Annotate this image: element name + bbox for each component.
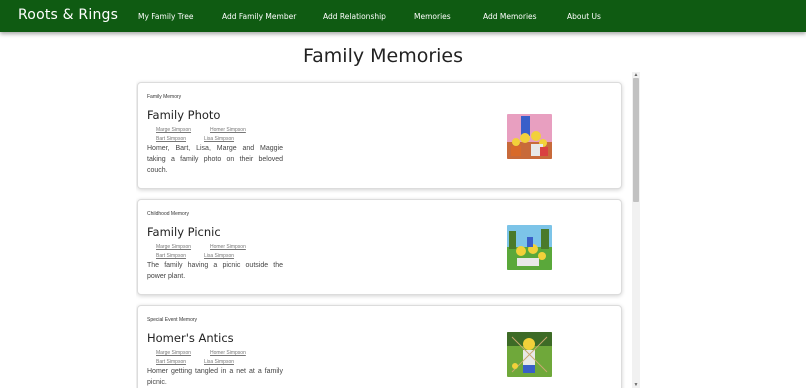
memory-title: Family Photo xyxy=(147,108,221,122)
memory-type-label: Family Memory xyxy=(147,94,182,100)
member-link-marge[interactable]: Marge Simpson xyxy=(156,127,191,133)
top-navbar: Roots & Rings My Family Tree Add Family … xyxy=(0,0,806,32)
nav-my-family-tree[interactable]: My Family Tree xyxy=(138,12,193,21)
member-link-homer[interactable]: Homer Simpson xyxy=(210,244,246,250)
brand-logo[interactable]: Roots & Rings xyxy=(18,7,118,23)
memory-type-label: Childhood Memory xyxy=(147,211,189,217)
member-link-lisa[interactable]: Lisa Simpson xyxy=(204,253,234,259)
nav-add-relationship[interactable]: Add Relationship xyxy=(323,12,386,21)
nav-memories[interactable]: Memories xyxy=(414,12,451,21)
member-link-homer[interactable]: Homer Simpson xyxy=(210,127,246,133)
scroll-down-icon[interactable]: ▼ xyxy=(632,382,640,388)
scrollbar-thumb[interactable] xyxy=(633,78,639,202)
member-link-lisa[interactable]: Lisa Simpson xyxy=(204,136,234,142)
nav-add-memories[interactable]: Add Memories xyxy=(483,12,537,21)
member-link-bart[interactable]: Bart Simpson xyxy=(156,136,186,142)
nav-add-family-member[interactable]: Add Family Member xyxy=(222,12,296,21)
member-link-marge[interactable]: Marge Simpson xyxy=(156,350,191,356)
member-link-bart[interactable]: Bart Simpson xyxy=(156,359,186,365)
memory-description: The family having a picnic outside the p… xyxy=(147,262,283,280)
family-picnic-image xyxy=(507,225,552,270)
memories-scrollbar[interactable]: ▲ ▼ xyxy=(632,72,640,388)
memory-card: Childhood Memory Family Picnic Marge Sim… xyxy=(137,199,622,295)
family-photo-image xyxy=(507,114,552,159)
member-link-homer[interactable]: Homer Simpson xyxy=(210,350,246,356)
member-link-marge[interactable]: Marge Simpson xyxy=(156,244,191,250)
memory-description: Homer, Bart, Lisa, Marge and Maggie taki… xyxy=(147,145,283,174)
memories-list[interactable]: Family Memory Family Photo Marge Simpson… xyxy=(136,72,640,388)
member-link-lisa[interactable]: Lisa Simpson xyxy=(204,359,234,365)
memory-type-label: Special Event Memory xyxy=(147,317,198,323)
page-title: Family Memories xyxy=(302,45,464,67)
memory-title: Homer's Antics xyxy=(147,331,234,345)
homers-antics-image xyxy=(507,332,552,377)
memory-description: Homer getting tangled in a net at a fami… xyxy=(147,368,283,386)
nav-about-us[interactable]: About Us xyxy=(567,12,601,21)
memory-title: Family Picnic xyxy=(147,225,221,239)
memory-card: Family Memory Family Photo Marge Simpson… xyxy=(137,82,622,189)
member-link-bart[interactable]: Bart Simpson xyxy=(156,253,186,259)
memory-card: Special Event Memory Homer's Antics Marg… xyxy=(137,305,622,388)
